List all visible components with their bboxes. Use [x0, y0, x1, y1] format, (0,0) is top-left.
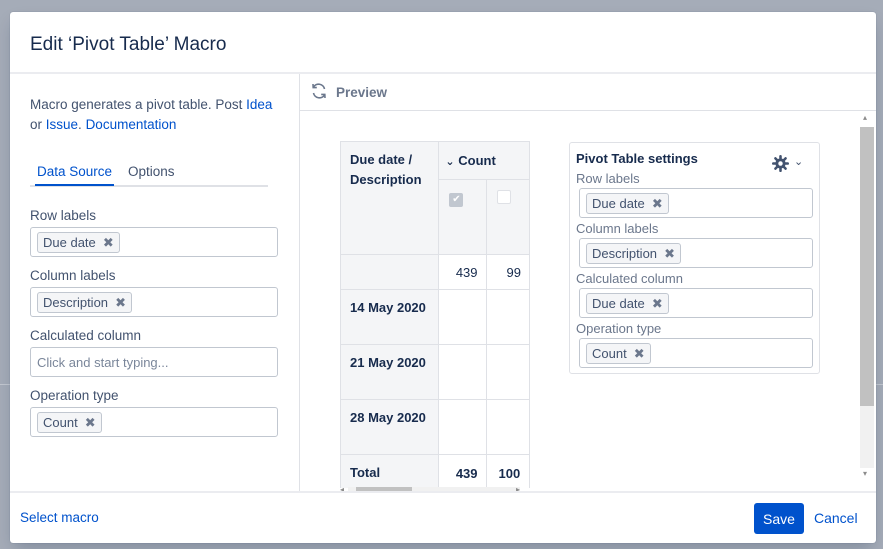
gear-icon[interactable] — [772, 155, 789, 172]
chevron-down-icon[interactable]: ⌄ — [794, 155, 803, 168]
count-header[interactable]: ⌄ Count — [438, 141, 530, 180]
operation-type-field[interactable]: Count ✖ — [30, 407, 278, 437]
remove-icon[interactable]: ✖ — [664, 244, 675, 263]
totals-value: 99 — [485, 254, 530, 290]
total-value: 100 — [485, 454, 530, 488]
column-checkbox-checked[interactable]: ✔ — [438, 179, 487, 255]
remove-icon[interactable]: ✖ — [634, 344, 645, 363]
settings-column-labels-field[interactable]: Description ✖ — [579, 238, 813, 268]
period-text: . — [78, 117, 86, 132]
count-header-label: Count — [458, 153, 496, 168]
settings-calculated-column-field[interactable]: Due date ✖ — [579, 288, 813, 318]
or-text: or — [30, 117, 46, 132]
pivot-settings-panel: Pivot Table settings ⌄ Row labels Due da… — [569, 142, 820, 374]
pivot-table-container: Due date / Description ⌄ Count ✔ 439 99 … — [340, 141, 530, 488]
remove-icon[interactable]: ✖ — [85, 413, 96, 432]
tab-bar: Data Source Options — [30, 162, 268, 187]
scroll-down-icon[interactable]: ▾ — [863, 469, 867, 478]
select-macro-link[interactable]: Select macro — [20, 510, 99, 525]
tag-count: Count ✖ — [586, 343, 651, 364]
column-labels-field[interactable]: Description ✖ — [30, 287, 278, 317]
macro-description: Macro generates a pivot table. Post Idea… — [30, 95, 290, 135]
cancel-button[interactable]: Cancel — [814, 510, 858, 526]
totals-row-header — [340, 254, 440, 290]
row-label: 14 May 2020 — [340, 289, 440, 345]
tag-description: Description ✖ — [37, 292, 133, 313]
table-cell — [485, 344, 530, 400]
tag-due-date: Due date ✖ — [586, 293, 669, 314]
dialog-footer: Select macro Save Cancel — [10, 491, 876, 543]
tag-due-date: Due date ✖ — [586, 193, 669, 214]
remove-icon[interactable]: ✖ — [652, 194, 663, 213]
checkbox-icon — [496, 190, 511, 204]
settings-row-labels-label: Row labels — [576, 171, 640, 186]
description-text: Macro generates a pivot table. Post — [30, 97, 247, 112]
total-value: 439 — [438, 454, 487, 488]
row-label: 21 May 2020 — [340, 344, 440, 400]
settings-calculated-column-label: Calculated column — [576, 271, 683, 286]
tag-label: Description — [43, 295, 109, 310]
calculated-column-placeholder: Click and start typing... — [37, 355, 169, 370]
totals-value: 439 — [438, 254, 487, 290]
idea-link[interactable]: Idea — [246, 97, 272, 112]
table-cell — [438, 289, 487, 345]
remove-icon[interactable]: ✖ — [103, 233, 114, 252]
tab-data-source[interactable]: Data Source — [34, 164, 115, 186]
preview-bar: Preview — [300, 74, 876, 111]
vertical-scrollbar[interactable]: ▴ ▾ — [860, 113, 874, 479]
corner-header: Due date / Description — [340, 141, 440, 255]
tab-options[interactable]: Options — [128, 164, 175, 179]
pivot-table: Due date / Description ⌄ Count ✔ 439 99 … — [340, 141, 530, 488]
documentation-link[interactable]: Documentation — [86, 117, 177, 132]
row-labels-field[interactable]: Due date ✖ — [30, 227, 278, 257]
row-label: 28 May 2020 — [340, 399, 440, 455]
settings-operation-type-label: Operation type — [576, 321, 662, 336]
row-labels-label: Row labels — [30, 208, 97, 223]
tag-label: Due date — [43, 235, 96, 250]
table-cell — [485, 399, 530, 455]
table-cell — [438, 399, 487, 455]
dialog-header: Edit ‘Pivot Table’ Macro — [10, 12, 876, 74]
issue-link[interactable]: Issue — [46, 117, 78, 132]
preview-label: Preview — [336, 85, 388, 100]
settings-operation-type-field[interactable]: Count ✖ — [579, 338, 813, 368]
tag-label: Due date — [592, 296, 645, 311]
macro-dialog: Edit ‘Pivot Table’ Macro Macro generates… — [10, 12, 876, 543]
tag-label: Count — [592, 346, 627, 361]
settings-title: Pivot Table settings — [576, 151, 698, 166]
remove-icon[interactable]: ✖ — [115, 293, 126, 312]
left-panel: Macro generates a pivot table. Post Idea… — [10, 74, 299, 491]
tag-count: Count ✖ — [37, 412, 102, 433]
save-button[interactable]: Save — [754, 503, 804, 534]
settings-row-labels-field[interactable]: Due date ✖ — [579, 188, 813, 218]
scroll-track — [860, 406, 874, 468]
tag-label: Due date — [592, 196, 645, 211]
settings-column-labels-label: Column labels — [576, 221, 659, 236]
tag-due-date: Due date ✖ — [37, 232, 120, 253]
scroll-thumb[interactable] — [860, 127, 874, 406]
calculated-column-label: Calculated column — [30, 328, 142, 343]
tag-label: Count — [43, 415, 78, 430]
tag-description: Description ✖ — [586, 243, 682, 264]
chevron-down-icon: ⌄ — [445, 156, 455, 168]
column-labels-label: Column labels — [30, 268, 116, 283]
preview-panel: Preview Due date / Description ⌄ Count ✔ — [299, 74, 876, 494]
remove-icon[interactable]: ✖ — [652, 294, 663, 313]
scroll-up-icon[interactable]: ▴ — [863, 113, 867, 122]
refresh-icon[interactable] — [310, 82, 328, 100]
checkbox-checked-icon: ✔ — [449, 193, 464, 207]
tag-label: Description — [592, 246, 658, 261]
column-checkbox[interactable] — [485, 179, 530, 255]
calculated-column-field[interactable]: Click and start typing... — [30, 347, 278, 377]
total-row-label: Total — [340, 454, 440, 488]
dialog-title: Edit ‘Pivot Table’ Macro — [30, 34, 227, 55]
operation-type-label: Operation type — [30, 388, 119, 403]
table-cell — [438, 344, 487, 400]
table-cell — [485, 289, 530, 345]
